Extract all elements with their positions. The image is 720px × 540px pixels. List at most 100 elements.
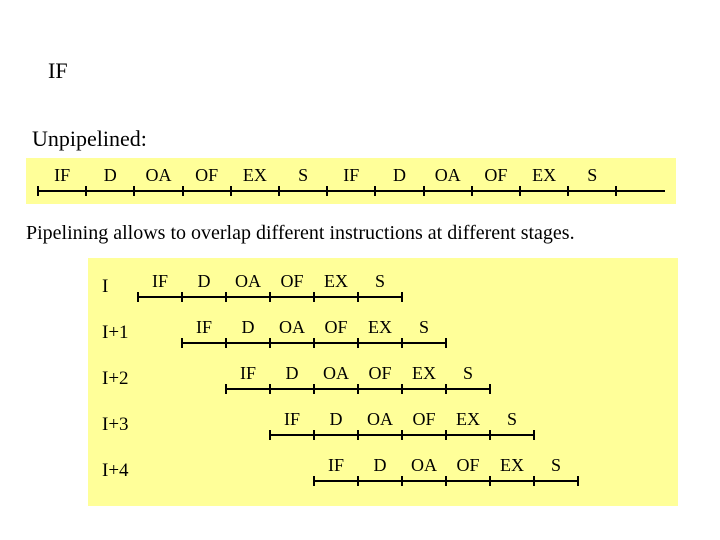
pipelined-diagram: IIFDOAOFEXSI+1IFDOAOFEXSI+2IFDOAOFEXSI+3… [88,258,678,506]
stage-label: OF [368,363,391,384]
timeline-tick [225,292,227,302]
stage-label: EX [500,455,524,476]
timeline-tick [85,186,87,196]
timeline-tick [401,384,403,394]
timeline-tick [313,384,315,394]
stage-label: OF [195,165,218,186]
timeline-tick [133,186,135,196]
stage-label: EX [368,317,392,338]
timeline-tick [313,338,315,348]
stage-label: OF [412,409,435,430]
timeline-tick [269,338,271,348]
stage-label: S [551,455,561,476]
stage-label: IF [343,165,359,186]
timeline-tick [269,384,271,394]
timeline-tick [357,338,359,348]
stage-label: IF [54,165,70,186]
timeline-tick [225,338,227,348]
timeline-tick [401,476,403,486]
stage-label: EX [532,165,556,186]
timeline-tick [445,384,447,394]
timeline-tick [357,292,359,302]
pipeline-row-label: I [102,276,108,298]
pipeline-row-label: I+2 [102,368,129,390]
timeline-tick [615,186,617,196]
stage-label: OF [324,317,347,338]
stage-label: EX [324,271,348,292]
timeline-tick [374,186,376,196]
timeline-tick [533,430,535,440]
stage-label: OA [235,271,261,292]
stage-label: D [198,271,211,292]
timeline-tick [326,186,328,196]
stage-label: D [104,165,117,186]
pipeline-timeline: IF D OA OF EX S [226,364,490,390]
stage-label: OA [323,363,349,384]
stage-label: IF [328,455,344,476]
timeline-tick [313,476,315,486]
stage-label: IF [152,271,168,292]
stage-label: IF [240,363,256,384]
pipeline-timeline: IF D OA OF EX S [138,272,402,298]
stage-label: S [375,271,385,292]
timeline-tick [278,186,280,196]
stage-label: IF [284,409,300,430]
timeline-tick [533,476,535,486]
stage-label: IF [196,317,212,338]
pipeline-timeline: IFDOAOFEXS [182,318,446,344]
stage-label: EX [412,363,436,384]
stage-label: EX [456,409,480,430]
timeline-tick [357,430,359,440]
timeline-tick [269,292,271,302]
timeline-tick [357,384,359,394]
timeline-tick [423,186,425,196]
timeline-tick [181,338,183,348]
timeline-tick [182,186,184,196]
timeline-tick [401,430,403,440]
unpipelined-heading: Unpipelined: [32,126,147,152]
stage-label: D [374,455,387,476]
timeline-tick [519,186,521,196]
stage-label: S [587,165,597,186]
timeline-tick [471,186,473,196]
stage-label: OA [146,165,172,186]
stage-label: OF [484,165,507,186]
stage-label: D [393,165,406,186]
stage-label: OA [411,455,437,476]
stage-label: OA [367,409,393,430]
timeline-tick [489,384,491,394]
page-title: IF [48,58,68,84]
timeline-tick [230,186,232,196]
timeline-tick [313,430,315,440]
stage-label: D [242,317,255,338]
timeline-tick [489,476,491,486]
timeline-tick [445,430,447,440]
stage-label: S [419,317,429,338]
timeline-tick [401,292,403,302]
timeline-tick [269,430,271,440]
stage-label: S [463,363,473,384]
pipelining-caption: Pipelining allows to overlap different i… [26,222,575,245]
pipeline-timeline: IF D OA OF EX S [314,456,578,482]
pipeline-row-label: I+4 [102,460,129,482]
stage-label: OF [280,271,303,292]
timeline-tick [357,476,359,486]
timeline-tick [577,476,579,486]
unpipelined-timeline: IFDOAOFEXSIFDOAOFEXS [38,166,665,192]
timeline-tick [401,338,403,348]
timeline-tick [567,186,569,196]
stage-label: S [507,409,517,430]
timeline-tick [225,384,227,394]
stage-label: D [330,409,343,430]
stage-label: EX [243,165,267,186]
timeline-tick [489,430,491,440]
stage-label: OF [456,455,479,476]
pipeline-row-label: I+3 [102,414,129,436]
pipeline-timeline: IF D OA OF EX S [270,410,534,436]
stage-label: D [286,363,299,384]
timeline-tick [445,338,447,348]
stage-label: OA [435,165,461,186]
timeline-tick [137,292,139,302]
timeline-tick [313,292,315,302]
timeline-tick [181,292,183,302]
